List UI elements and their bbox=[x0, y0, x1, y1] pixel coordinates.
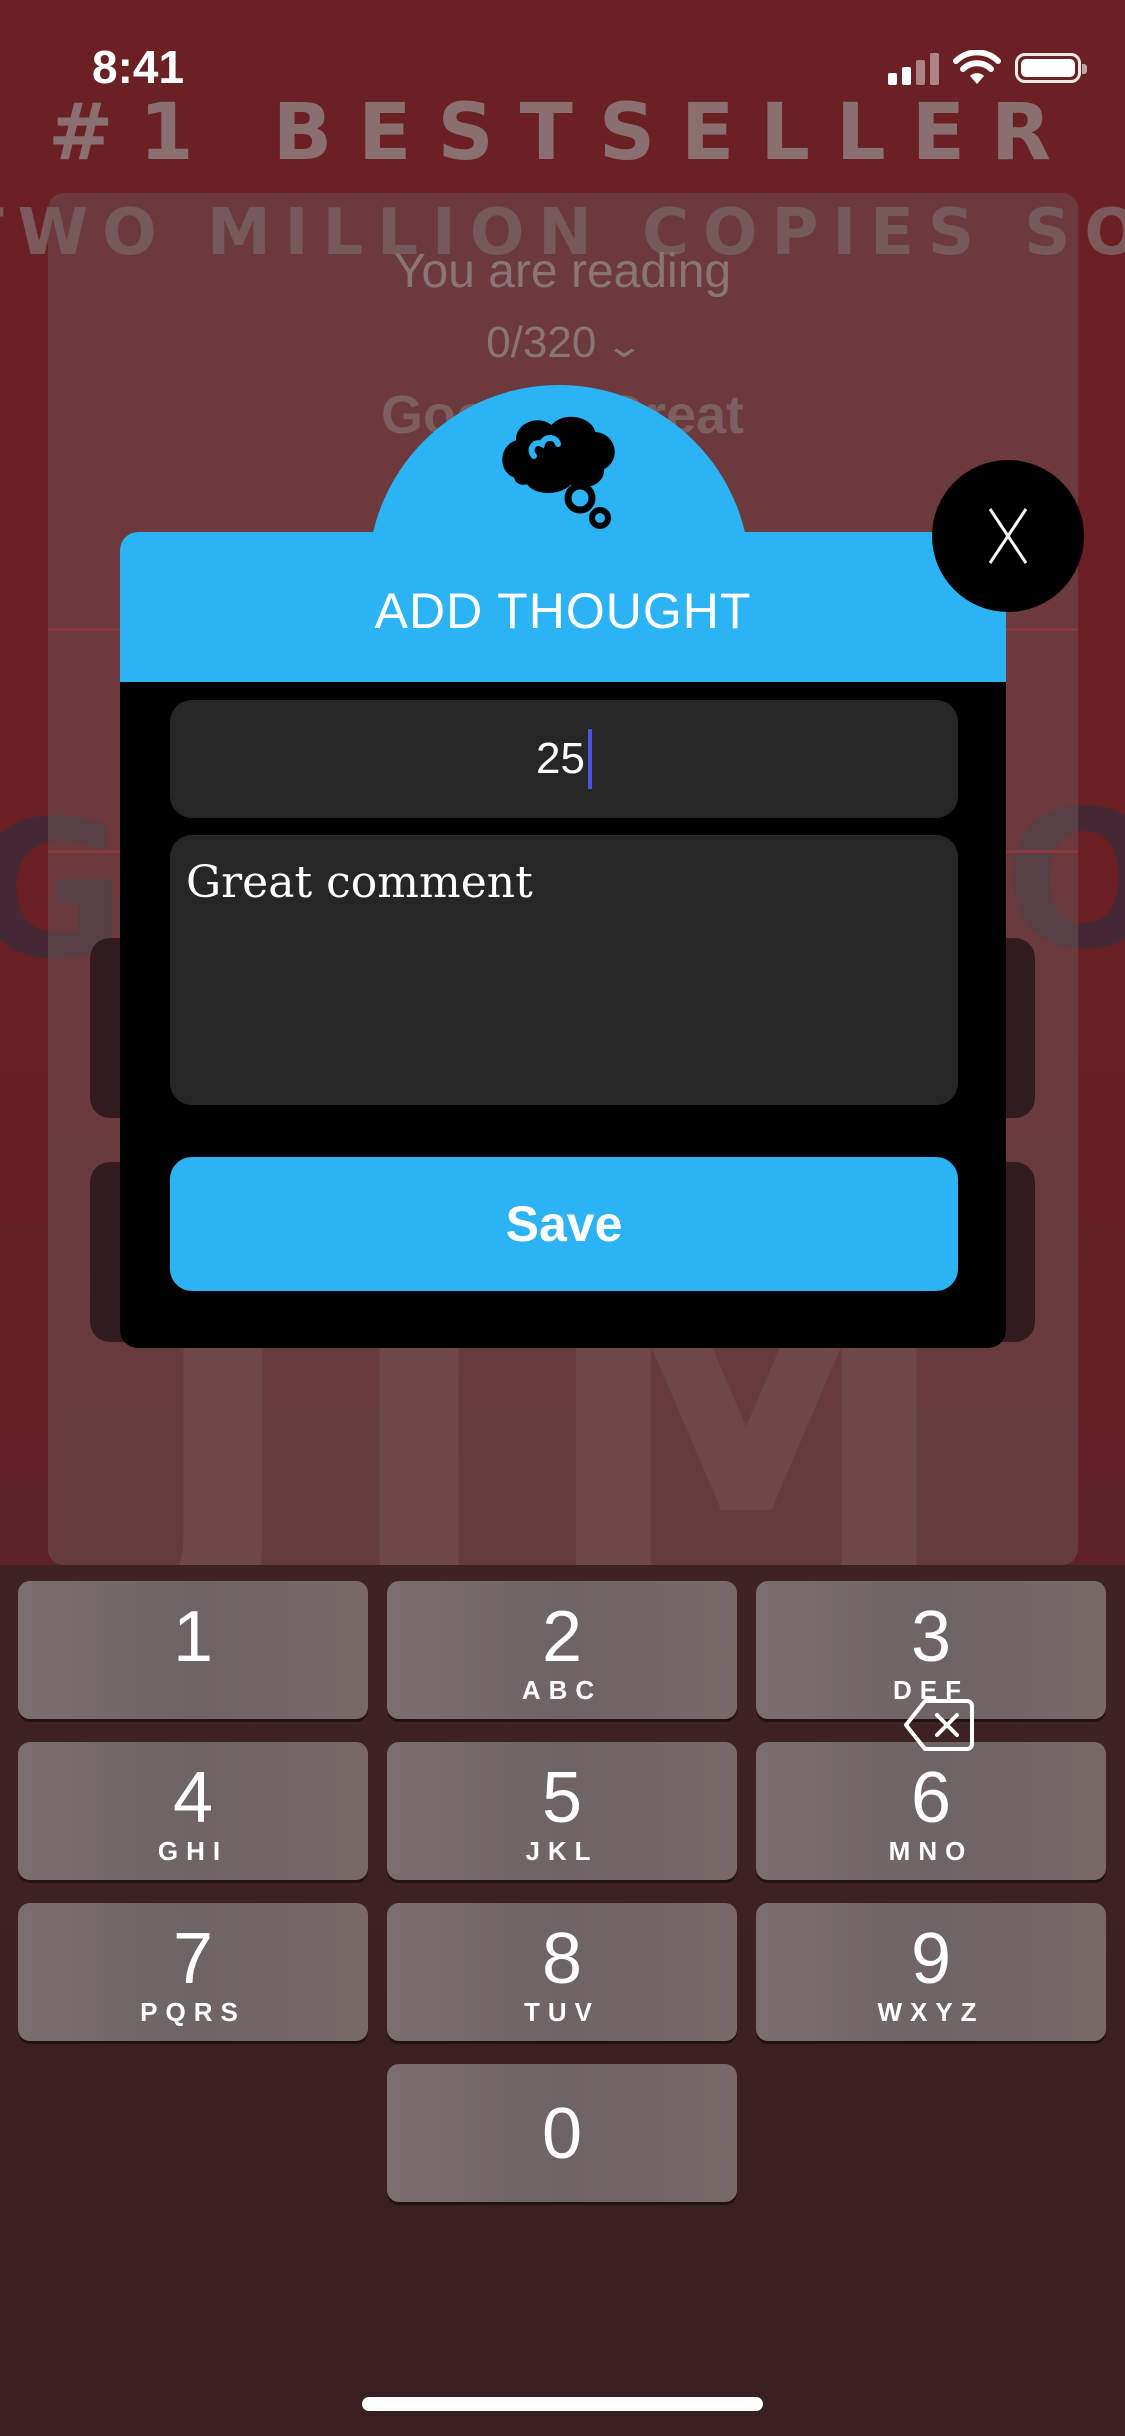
chevron-down-icon: ⌄ bbox=[604, 327, 645, 365]
key-0[interactable]: 0 bbox=[387, 2064, 737, 2202]
close-icon bbox=[988, 508, 1028, 564]
key-5[interactable]: 5 JKL bbox=[387, 1742, 737, 1880]
status-icons bbox=[888, 48, 1087, 88]
key-1[interactable]: 1 bbox=[18, 1581, 368, 1719]
key-8[interactable]: 8 TUV bbox=[387, 1903, 737, 2041]
key-2[interactable]: 2 ABC bbox=[387, 1581, 737, 1719]
battery-icon bbox=[1015, 53, 1087, 83]
save-button-label: Save bbox=[505, 1196, 623, 1252]
status-time: 8:41 bbox=[92, 41, 185, 93]
wifi-icon bbox=[953, 50, 1001, 84]
page-progress-text: 0/320 bbox=[486, 318, 597, 367]
thought-bubble-icon bbox=[502, 416, 615, 529]
page-number-input[interactable]: 25 bbox=[170, 700, 958, 818]
page-progress-selector[interactable]: 0/320 ⌄ bbox=[0, 318, 1125, 368]
key-9[interactable]: 9 WXYZ bbox=[756, 1903, 1106, 2041]
add-thought-modal: ADD THOUGHT 25 Great comment Save bbox=[120, 532, 1006, 1348]
cellular-signal-icon bbox=[888, 51, 939, 85]
backspace-icon[interactable] bbox=[903, 1695, 975, 1755]
page-number-value: 25 bbox=[536, 734, 585, 783]
reading-label: You are reading bbox=[393, 245, 732, 298]
text-caret bbox=[587, 729, 592, 789]
home-indicator[interactable] bbox=[362, 2397, 763, 2411]
modal-title: ADD THOUGHT bbox=[374, 583, 752, 639]
comment-textarea[interactable]: Great comment bbox=[170, 835, 958, 1105]
key-4[interactable]: 4 GHI bbox=[18, 1742, 368, 1880]
cover-bestseller-text: #1 BESTSELLER bbox=[47, 88, 1078, 178]
close-modal-button[interactable] bbox=[932, 460, 1084, 612]
key-7[interactable]: 7 PQRS bbox=[18, 1903, 368, 2041]
comment-text: Great comment bbox=[186, 857, 533, 908]
key-6[interactable]: 6 MNO bbox=[756, 1742, 1106, 1880]
save-button[interactable]: Save bbox=[170, 1157, 958, 1291]
modal-header: ADD THOUGHT bbox=[120, 532, 1006, 682]
